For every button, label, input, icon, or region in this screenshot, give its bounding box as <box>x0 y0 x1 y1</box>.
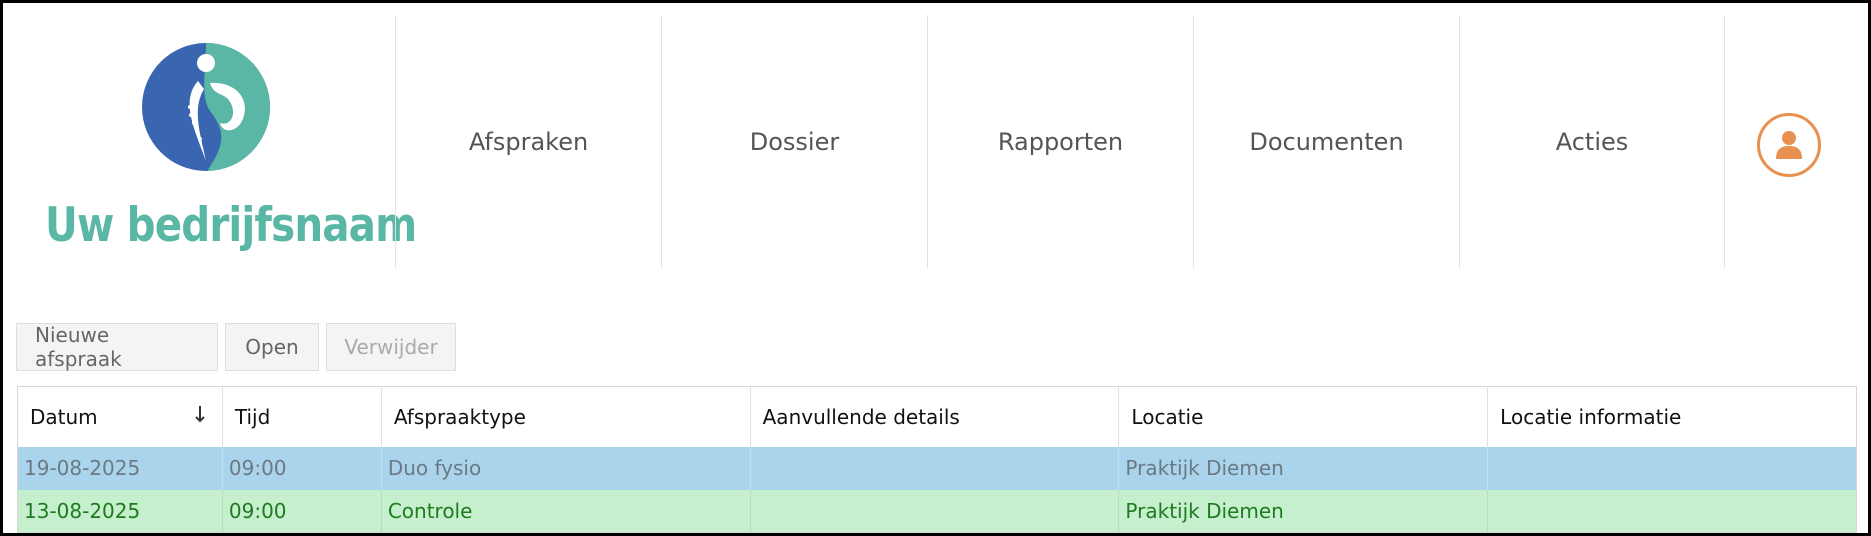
cell-locatie: Praktijk Diemen <box>1118 446 1489 490</box>
column-header-locatie-info[interactable]: Locatie informatie <box>1487 386 1857 447</box>
column-header-tijd[interactable]: Tijd <box>222 386 382 447</box>
cell-tijd: 09:00 <box>222 446 382 490</box>
table-row[interactable]: 13-08-2025 09:00 Controle Praktijk Dieme… <box>17 489 1857 533</box>
arrow-down-icon[interactable] <box>194 405 206 423</box>
nav-item-rapporten[interactable]: Rapporten <box>927 15 1193 268</box>
cell-locatie-info <box>1487 446 1857 490</box>
cell-locatie-info <box>1487 489 1857 533</box>
column-header-locatie[interactable]: Locatie <box>1118 386 1489 447</box>
cell-datum: 19-08-2025 <box>17 446 223 490</box>
app-window: Uw bedrijfsnaam Afspraken Dossier Rappor… <box>0 0 1871 536</box>
cell-locatie: Praktijk Diemen <box>1118 489 1489 533</box>
appointment-toolbar: Nieuwe afspraak Open Verwijder <box>16 323 456 371</box>
table-header-row: Datum Tijd Afspraaktype Aanvullende deta… <box>17 386 1857 447</box>
nav-item-acties[interactable]: Acties <box>1459 15 1725 268</box>
nav-item-afspraken[interactable]: Afspraken <box>395 15 661 268</box>
column-header-details[interactable]: Aanvullende details <box>750 386 1120 447</box>
user-menu-button[interactable] <box>1757 113 1821 177</box>
table-row[interactable]: 19-08-2025 09:00 Duo fysio Praktijk Diem… <box>17 446 1857 490</box>
physio-figure-logo-icon <box>142 43 270 171</box>
column-header-datum[interactable]: Datum <box>17 386 223 447</box>
cell-datum: 13-08-2025 <box>17 489 223 533</box>
nav-item-dossier[interactable]: Dossier <box>661 15 927 268</box>
cell-afspraaktype: Controle <box>381 489 751 533</box>
main-nav: Afspraken Dossier Rapporten Documenten A… <box>395 15 1725 268</box>
column-header-afspraaktype[interactable]: Afspraaktype <box>381 386 751 447</box>
cell-details <box>750 489 1120 533</box>
delete-button[interactable]: Verwijder <box>326 323 456 371</box>
nav-item-documenten[interactable]: Documenten <box>1193 15 1459 268</box>
company-name: Uw bedrijfsnaam <box>45 198 417 253</box>
cell-tijd: 09:00 <box>222 489 382 533</box>
column-header-label: Datum <box>30 404 98 429</box>
cell-afspraaktype: Duo fysio <box>381 446 751 490</box>
new-appointment-button[interactable]: Nieuwe afspraak <box>16 323 218 371</box>
cell-details <box>750 446 1120 490</box>
appointments-table: Datum Tijd Afspraaktype Aanvullende deta… <box>17 386 1857 533</box>
open-button[interactable]: Open <box>225 323 319 371</box>
user-icon <box>1776 131 1802 159</box>
company-logo[interactable]: Uw bedrijfsnaam <box>3 13 417 269</box>
